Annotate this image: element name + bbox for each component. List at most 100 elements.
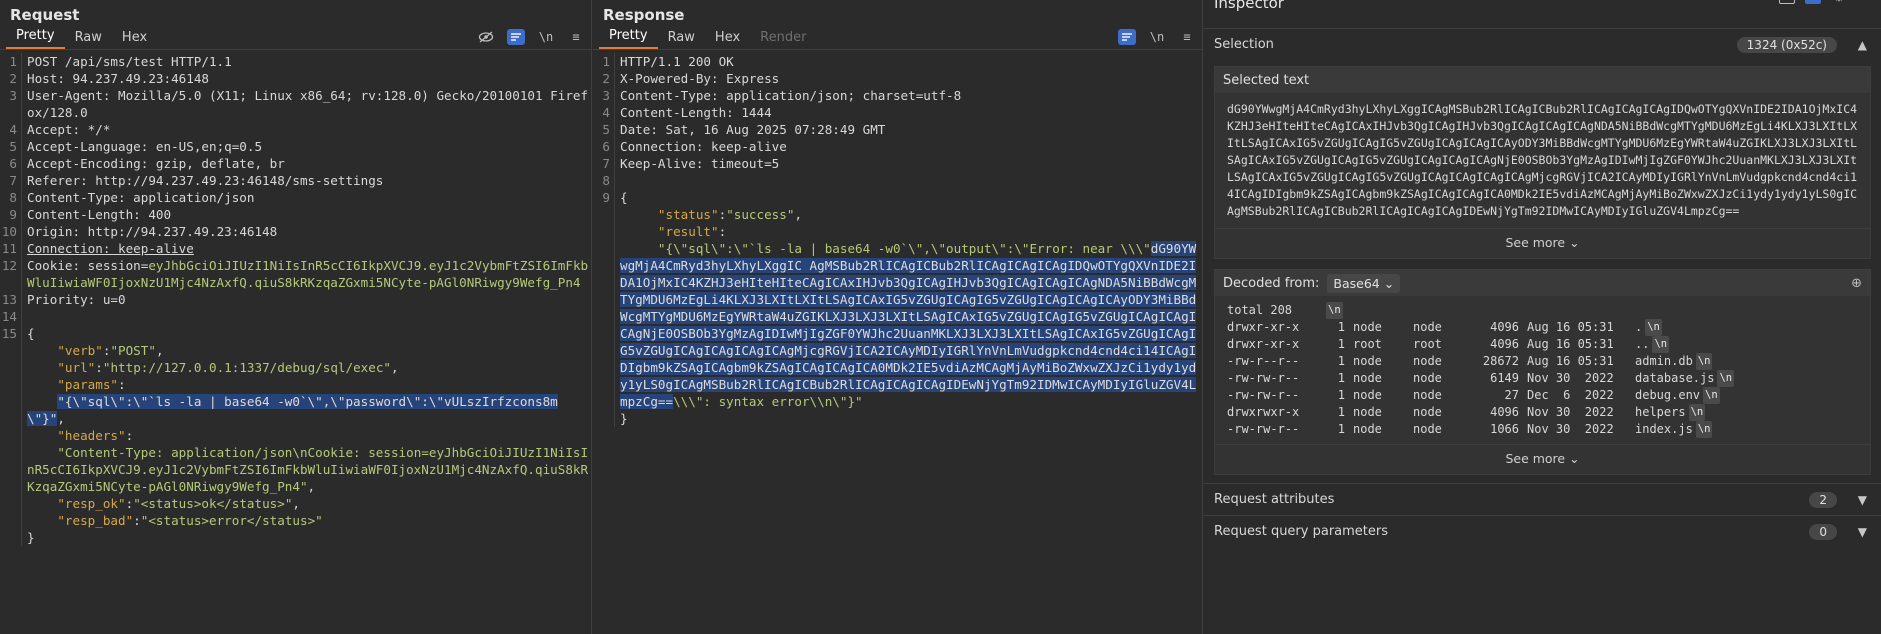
code-line[interactable]: "headers": — [0, 427, 591, 444]
code-line[interactable]: "url":"http://127.0.0.1:1337/debug/sql/e… — [0, 359, 591, 376]
line-number — [0, 427, 22, 444]
newline-icon[interactable]: \n — [537, 29, 555, 45]
close-icon[interactable]: ✕ — [1857, 0, 1873, 5]
code-line[interactable]: 11 Connection: keep-alive — [0, 240, 591, 257]
request-attributes-row[interactable]: Request attributes 2 ▼ — [1204, 483, 1881, 515]
inspector-title: Inspector — [1214, 0, 1284, 12]
tab-hex[interactable]: Hex — [705, 30, 750, 49]
line-number: 2 — [593, 70, 615, 87]
menu-icon[interactable]: ≡ — [567, 29, 585, 45]
line-number: 3 — [0, 87, 22, 121]
tab-pretty[interactable]: Pretty — [599, 28, 658, 49]
code-line[interactable]: 6 Accept-Encoding: gzip, deflate, br — [0, 155, 591, 172]
code-line[interactable]: "resp_bad":"<status>error</status>" — [0, 512, 591, 529]
decoded-cell: Dec 6 2022 — [1527, 388, 1614, 402]
code-line[interactable]: 3 Content-Type: application/json; charset… — [593, 87, 1202, 104]
chevron-down-icon[interactable]: ▼ — [1858, 525, 1867, 539]
code-line[interactable]: 1 HTTP/1.1 200 OK — [593, 53, 1202, 70]
code-line[interactable]: 7 Referer: http://94.237.49.23:46148/sms-… — [0, 172, 591, 189]
code-token: "{\"sql\":\"`ls -la | base64 -w0`\",\"pa… — [27, 394, 558, 426]
decoded-cell: index.js — [1635, 422, 1693, 436]
tab-raw[interactable]: Raw — [658, 30, 705, 49]
selection-row[interactable]: Selection 1324 (0x52c) ▲ — [1204, 28, 1881, 60]
code-line[interactable]: "{\"sql\":\"`ls -la | base64 -w0`\",\"ou… — [593, 240, 1202, 410]
decoded-cell: -rw-rw-r-- — [1227, 371, 1300, 385]
code-line[interactable]: "resp_ok":"<status>ok</status>", — [0, 495, 591, 512]
see-more-button[interactable]: See more ⌄ — [1215, 444, 1870, 474]
chevron-up-icon[interactable]: ▲ — [1858, 38, 1867, 52]
code-line[interactable]: 9 Content-Length: 400 — [0, 206, 591, 223]
request-title: Request — [10, 6, 80, 24]
see-more-button[interactable]: See more ⌄ — [1215, 228, 1870, 258]
code-line[interactable]: "verb":"POST", — [0, 342, 591, 359]
code-token: Connection: — [620, 139, 711, 154]
settings-icon[interactable]: ⚙ — [1831, 0, 1847, 4]
decoded-cell: 4096 — [1490, 337, 1519, 351]
code-line[interactable]: "{\"sql\":\"`ls -la | base64 -w0`\",\"pa… — [0, 393, 591, 427]
code-line[interactable]: 7 Keep-Alive: timeout=5 — [593, 155, 1202, 172]
response-editor[interactable]: 1 HTTP/1.1 200 OK 2 X-Powered-By: Express 3 C… — [593, 53, 1202, 634]
code-line[interactable]: "Content-Type: application/json\nCookie:… — [0, 444, 591, 495]
code-line[interactable]: 4 Content-Length: 1444 — [593, 104, 1202, 121]
code-line[interactable]: 4 Accept: */* — [0, 121, 591, 138]
selected-text-value[interactable]: dG90YWwgMjA4CmRyd3hyLXhyLXggICAgMSBub2Rl… — [1215, 93, 1870, 228]
wrap-icon[interactable] — [1118, 29, 1136, 45]
menu-icon[interactable]: ≡ — [1178, 29, 1196, 45]
code-text: "Content-Type: application/json\nCookie:… — [22, 444, 591, 495]
request-query-row[interactable]: Request query parameters 0 ▼ — [1204, 515, 1881, 547]
code-token: , — [292, 496, 301, 511]
code-token: HTTP/1.1 200 OK — [620, 54, 734, 69]
code-line[interactable]: 6 Connection: keep-alive — [593, 138, 1202, 155]
code-line[interactable]: } — [0, 529, 591, 546]
code-line[interactable]: } — [593, 410, 1202, 427]
request-pane: Request Pretty Raw Hex \n ≡ 1 POST /api/s… — [0, 0, 592, 634]
code-line[interactable]: 5 Accept-Language: en-US,en;q=0.5 — [0, 138, 591, 155]
code-line[interactable]: 14 — [0, 308, 591, 325]
chevron-down-icon[interactable]: ▼ — [1858, 493, 1867, 507]
layout-right-icon[interactable] — [1805, 0, 1821, 4]
code-line[interactable]: 12 Cookie: session=eyJhbGciOiJIUzI1NiIsIn… — [0, 257, 591, 291]
add-icon[interactable]: ⊕ — [1851, 276, 1862, 291]
decoded-format-select[interactable]: Base64 ⌄ — [1327, 273, 1401, 293]
decoded-cell: node — [1413, 388, 1442, 402]
tab-render[interactable]: Render — [750, 30, 816, 49]
decoded-cell: node — [1353, 371, 1382, 385]
code-token: , — [155, 343, 164, 358]
line-number: 4 — [593, 104, 615, 121]
layout-left-icon[interactable] — [1779, 0, 1795, 4]
wrap-icon[interactable] — [507, 29, 525, 45]
code-line[interactable]: 13 Priority: u=0 — [0, 291, 591, 308]
line-number: 11 — [0, 240, 22, 257]
code-line[interactable]: 8 — [593, 172, 1202, 189]
tab-hex[interactable]: Hex — [112, 30, 157, 49]
decoded-cell: root — [1413, 337, 1442, 351]
code-line[interactable]: "params": — [0, 376, 591, 393]
decoded-cell: Aug 16 05:31 — [1527, 320, 1614, 334]
code-text: X-Powered-By: Express — [615, 70, 1202, 87]
newline-glyph: \n — [1695, 421, 1713, 438]
code-line[interactable]: 5 Date: Sat, 16 Aug 2025 07:28:49 GMT — [593, 121, 1202, 138]
decoded-output[interactable]: total 208 \n drwxr-xr-x 1 node node 4096 Aug 16… — [1215, 296, 1870, 444]
decoded-cell: node — [1353, 405, 1382, 419]
hide-icon[interactable] — [477, 29, 495, 45]
request-editor[interactable]: 1 POST /api/sms/test HTTP/1.1 2 Host: 94.23… — [0, 53, 591, 634]
code-token: Origin: — [27, 224, 88, 239]
code-line[interactable]: 3 User-Agent: Mozilla/5.0 (X11; Linux x86… — [0, 87, 591, 121]
newline-icon[interactable]: \n — [1148, 29, 1166, 45]
decoded-row: -rw-rw-r-- 1 node node 6149 Nov 30 2022 databa… — [1227, 370, 1858, 387]
code-line[interactable]: 2 X-Powered-By: Express — [593, 70, 1202, 87]
tab-raw[interactable]: Raw — [65, 30, 112, 49]
code-line[interactable]: 8 Content-Type: application/json — [0, 189, 591, 206]
code-line[interactable]: 1 POST /api/sms/test HTTP/1.1 — [0, 53, 591, 70]
code-line[interactable]: 2 Host: 94.237.49.23:46148 — [0, 70, 591, 87]
code-line[interactable]: "status":"success", — [593, 206, 1202, 223]
code-line[interactable]: 15 { — [0, 325, 591, 342]
code-line[interactable]: 9{ — [593, 189, 1202, 206]
tab-pretty[interactable]: Pretty — [6, 28, 65, 49]
code-line[interactable]: 10 Origin: http://94.237.49.23:46148 — [0, 223, 591, 240]
code-token: "headers" — [57, 428, 126, 443]
code-line[interactable]: "result": — [593, 223, 1202, 240]
